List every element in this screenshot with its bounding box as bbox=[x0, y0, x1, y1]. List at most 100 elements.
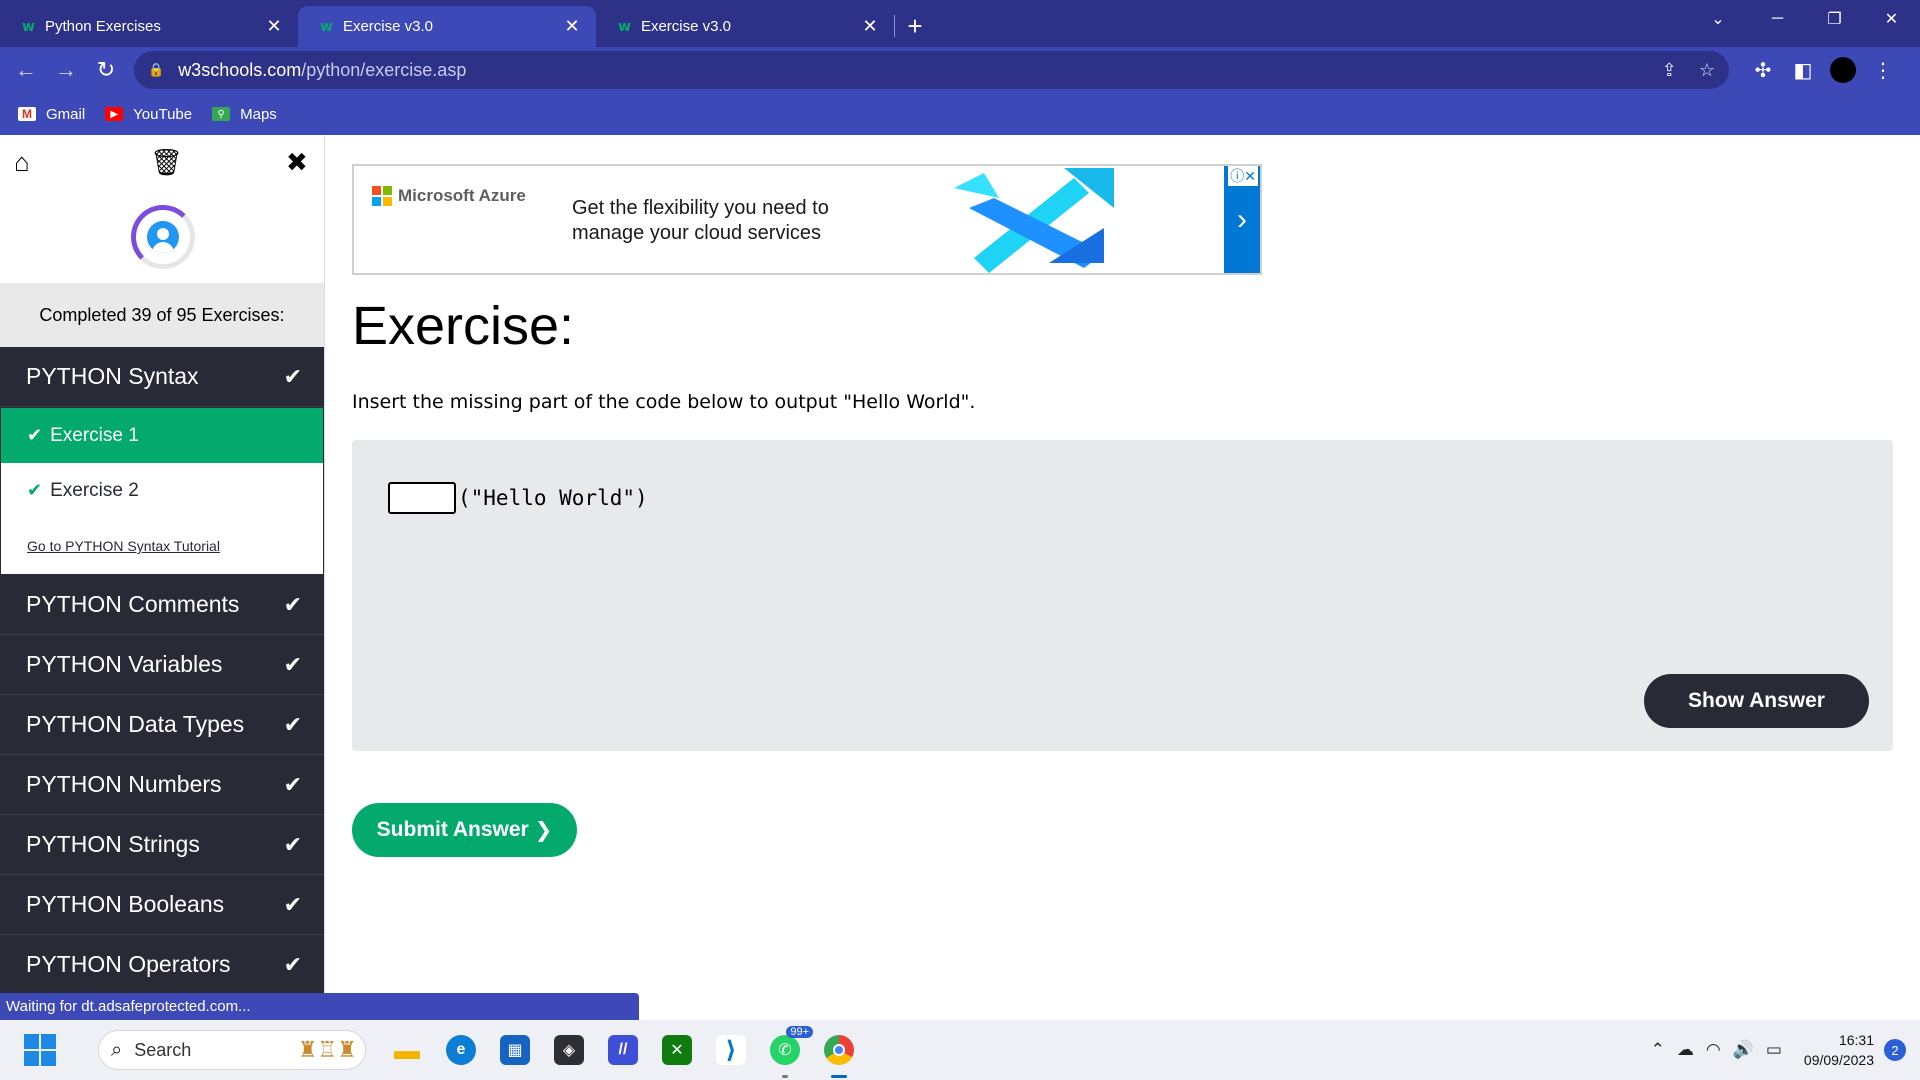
jetbrains-icon[interactable]: // bbox=[601, 1028, 645, 1072]
whatsapp-badge: 99+ bbox=[786, 1026, 813, 1038]
url-path: /python/exercise.asp bbox=[301, 59, 467, 80]
search-icon: ⌕ bbox=[111, 1038, 123, 1061]
volume-icon[interactable]: 🔊 bbox=[1733, 1040, 1754, 1060]
section-label: PYTHON Syntax bbox=[26, 363, 199, 389]
maps-icon: ⚲ bbox=[212, 107, 231, 121]
completion-status: Completed 39 of 95 Exercises: bbox=[0, 283, 324, 347]
unity-icon[interactable]: ◈ bbox=[547, 1028, 591, 1072]
file-explorer-icon[interactable]: ▬ bbox=[385, 1028, 429, 1072]
close-icon[interactable]: ✕ bbox=[262, 15, 286, 39]
missing-code-input[interactable] bbox=[388, 482, 456, 514]
bookmark-gmail[interactable]: M Gmail bbox=[18, 106, 85, 123]
window-controls: ⌄ ─ ❐ ✕ bbox=[1711, 0, 1920, 40]
chevron-up-icon[interactable]: ⌃ bbox=[1651, 1040, 1665, 1060]
tab-title: Exercise v3.0 bbox=[640, 18, 731, 35]
close-sidebar-icon[interactable]: ✖ bbox=[286, 147, 308, 178]
lock-icon[interactable]: 🔒 bbox=[148, 62, 164, 78]
section-label: PYTHON Booleans bbox=[26, 891, 225, 917]
bookmark-label: Gmail bbox=[46, 105, 86, 123]
running-indicator bbox=[782, 1075, 788, 1078]
minimize-icon[interactable]: ─ bbox=[1749, 0, 1806, 38]
extensions-puzzle-icon[interactable]: ✣ bbox=[1743, 50, 1783, 90]
back-arrow-icon[interactable]: ← bbox=[6, 50, 46, 90]
checkmark-icon: ✔ bbox=[283, 831, 302, 857]
ad-arrows-graphic bbox=[954, 168, 1114, 273]
address-bar[interactable]: 🔒 w3schools.com/python/exercise.asp ⇪ ☆ bbox=[134, 51, 1729, 89]
tab-exercise[interactable]: w Exercise v3.0 ✕ bbox=[596, 6, 894, 47]
battery-icon[interactable]: ▭ bbox=[1766, 1040, 1782, 1060]
trash-icon[interactable]: 🗑 bbox=[150, 147, 183, 178]
code-line: ("Hello World") bbox=[388, 482, 648, 514]
clock-date: 09/09/2023 bbox=[1803, 1052, 1874, 1068]
edge-icon[interactable]: e bbox=[439, 1028, 483, 1072]
whatsapp-icon[interactable]: ✆ 99+ bbox=[763, 1026, 813, 1078]
checkmark-icon: ✔ bbox=[283, 651, 302, 677]
share-icon[interactable]: ⇪ bbox=[1662, 60, 1677, 81]
chrome-menu-icon[interactable]: ⋮ bbox=[1863, 50, 1903, 90]
section-python-booleans[interactable]: PYTHON Booleans ✔ bbox=[0, 875, 324, 935]
bookmark-label: YouTube bbox=[133, 105, 193, 123]
clock-time: 16:31 bbox=[1838, 1032, 1874, 1048]
section-label: PYTHON Comments bbox=[26, 591, 240, 617]
tab-python-exercises[interactable]: w Python Exercises ✕ bbox=[0, 6, 298, 47]
xbox-icon[interactable]: ✕ bbox=[655, 1028, 699, 1072]
section-python-strings[interactable]: PYTHON Strings ✔ bbox=[0, 815, 324, 875]
bookmark-maps[interactable]: ⚲ Maps bbox=[212, 106, 277, 123]
tab-search-chevron-icon[interactable]: ⌄ bbox=[1698, 0, 1738, 38]
profile-avatar[interactable] bbox=[1830, 57, 1856, 83]
section-python-data-types[interactable]: PYTHON Data Types ✔ bbox=[0, 695, 324, 755]
microsoft-store-icon[interactable]: ▦ bbox=[493, 1028, 537, 1072]
section-label: PYTHON Data Types bbox=[26, 711, 245, 737]
reload-icon[interactable]: ↻ bbox=[86, 50, 126, 90]
close-icon[interactable]: ✕ bbox=[858, 15, 882, 39]
tab-strip: w Python Exercises ✕ w Exercise v3.0 ✕ w… bbox=[0, 0, 1920, 47]
section-python-comments[interactable]: PYTHON Comments ✔ bbox=[0, 575, 324, 635]
syntax-tutorial-link[interactable]: Go to PYTHON Syntax Tutorial bbox=[1, 518, 323, 574]
search-placeholder: Search bbox=[134, 1039, 192, 1060]
exercise-1-item[interactable]: ✔ Exercise 1 bbox=[1, 408, 323, 463]
w3schools-icon: w bbox=[22, 18, 35, 35]
ad-brand: Microsoft Azure bbox=[372, 186, 526, 206]
section-label: PYTHON Variables bbox=[26, 651, 223, 677]
taskbar-search[interactable]: ⌕ Search ♜♖♜ bbox=[98, 1030, 366, 1070]
windows-start-icon[interactable] bbox=[24, 1034, 56, 1066]
bookmark-star-icon[interactable]: ☆ bbox=[1699, 60, 1715, 81]
bookmarks-bar: M Gmail ▶ YouTube ⚲ Maps bbox=[0, 93, 1920, 135]
w3schools-icon: w bbox=[618, 18, 631, 35]
submit-answer-button[interactable]: Submit Answer ❯ bbox=[352, 803, 577, 857]
section-python-operators[interactable]: PYTHON Operators ✔ bbox=[0, 935, 324, 995]
onedrive-cloud-icon[interactable]: ☁ bbox=[1677, 1040, 1694, 1060]
chrome-icon[interactable] bbox=[817, 1028, 861, 1078]
window-close-icon[interactable]: ✕ bbox=[1863, 0, 1920, 38]
submit-label: Submit Answer bbox=[376, 818, 529, 841]
bookmark-youtube[interactable]: ▶ YouTube bbox=[105, 106, 192, 123]
section-label: PYTHON Strings bbox=[26, 831, 200, 857]
exercise-label: Exercise 1 bbox=[50, 424, 139, 446]
forward-arrow-icon[interactable]: → bbox=[46, 50, 86, 90]
url-domain: w3schools.com bbox=[178, 59, 302, 80]
wifi-icon[interactable]: ◠ bbox=[1706, 1040, 1721, 1060]
notification-badge[interactable]: 2 bbox=[1884, 1039, 1906, 1061]
checkmark-icon: ✔ bbox=[283, 591, 302, 617]
clock[interactable]: 16:31 09/09/2023 bbox=[1804, 1030, 1874, 1070]
bookmark-label: Maps bbox=[240, 105, 277, 123]
close-icon[interactable]: ✕ bbox=[560, 15, 584, 39]
active-indicator bbox=[831, 1075, 847, 1078]
section-label: PYTHON Numbers bbox=[26, 771, 222, 797]
section-python-variables[interactable]: PYTHON Variables ✔ bbox=[0, 635, 324, 695]
home-icon[interactable]: ⌂ bbox=[14, 147, 30, 178]
new-tab-button[interactable]: + bbox=[895, 6, 935, 47]
section-python-numbers[interactable]: PYTHON Numbers ✔ bbox=[0, 755, 324, 815]
restore-icon[interactable]: ❐ bbox=[1806, 0, 1863, 38]
user-avatar[interactable] bbox=[131, 205, 195, 269]
azure-ad-banner[interactable]: Microsoft Azure Get the flexibility you … bbox=[352, 164, 1262, 275]
tab-exercise-active[interactable]: w Exercise v3.0 ✕ bbox=[298, 6, 596, 47]
exercise-2-item[interactable]: ✔ Exercise 2 bbox=[1, 463, 323, 518]
section-python-syntax[interactable]: PYTHON Syntax ✔ bbox=[0, 347, 324, 407]
section-label: PYTHON Operators bbox=[26, 951, 231, 977]
ad-choices-icon[interactable]: ⓘ✕ bbox=[1228, 166, 1258, 186]
show-answer-button[interactable]: Show Answer bbox=[1644, 674, 1869, 728]
side-panel-icon[interactable]: ◧ bbox=[1783, 50, 1823, 90]
vscode-icon[interactable]: ⟩ bbox=[709, 1028, 753, 1072]
code-suffix: ("Hello World") bbox=[458, 486, 648, 510]
